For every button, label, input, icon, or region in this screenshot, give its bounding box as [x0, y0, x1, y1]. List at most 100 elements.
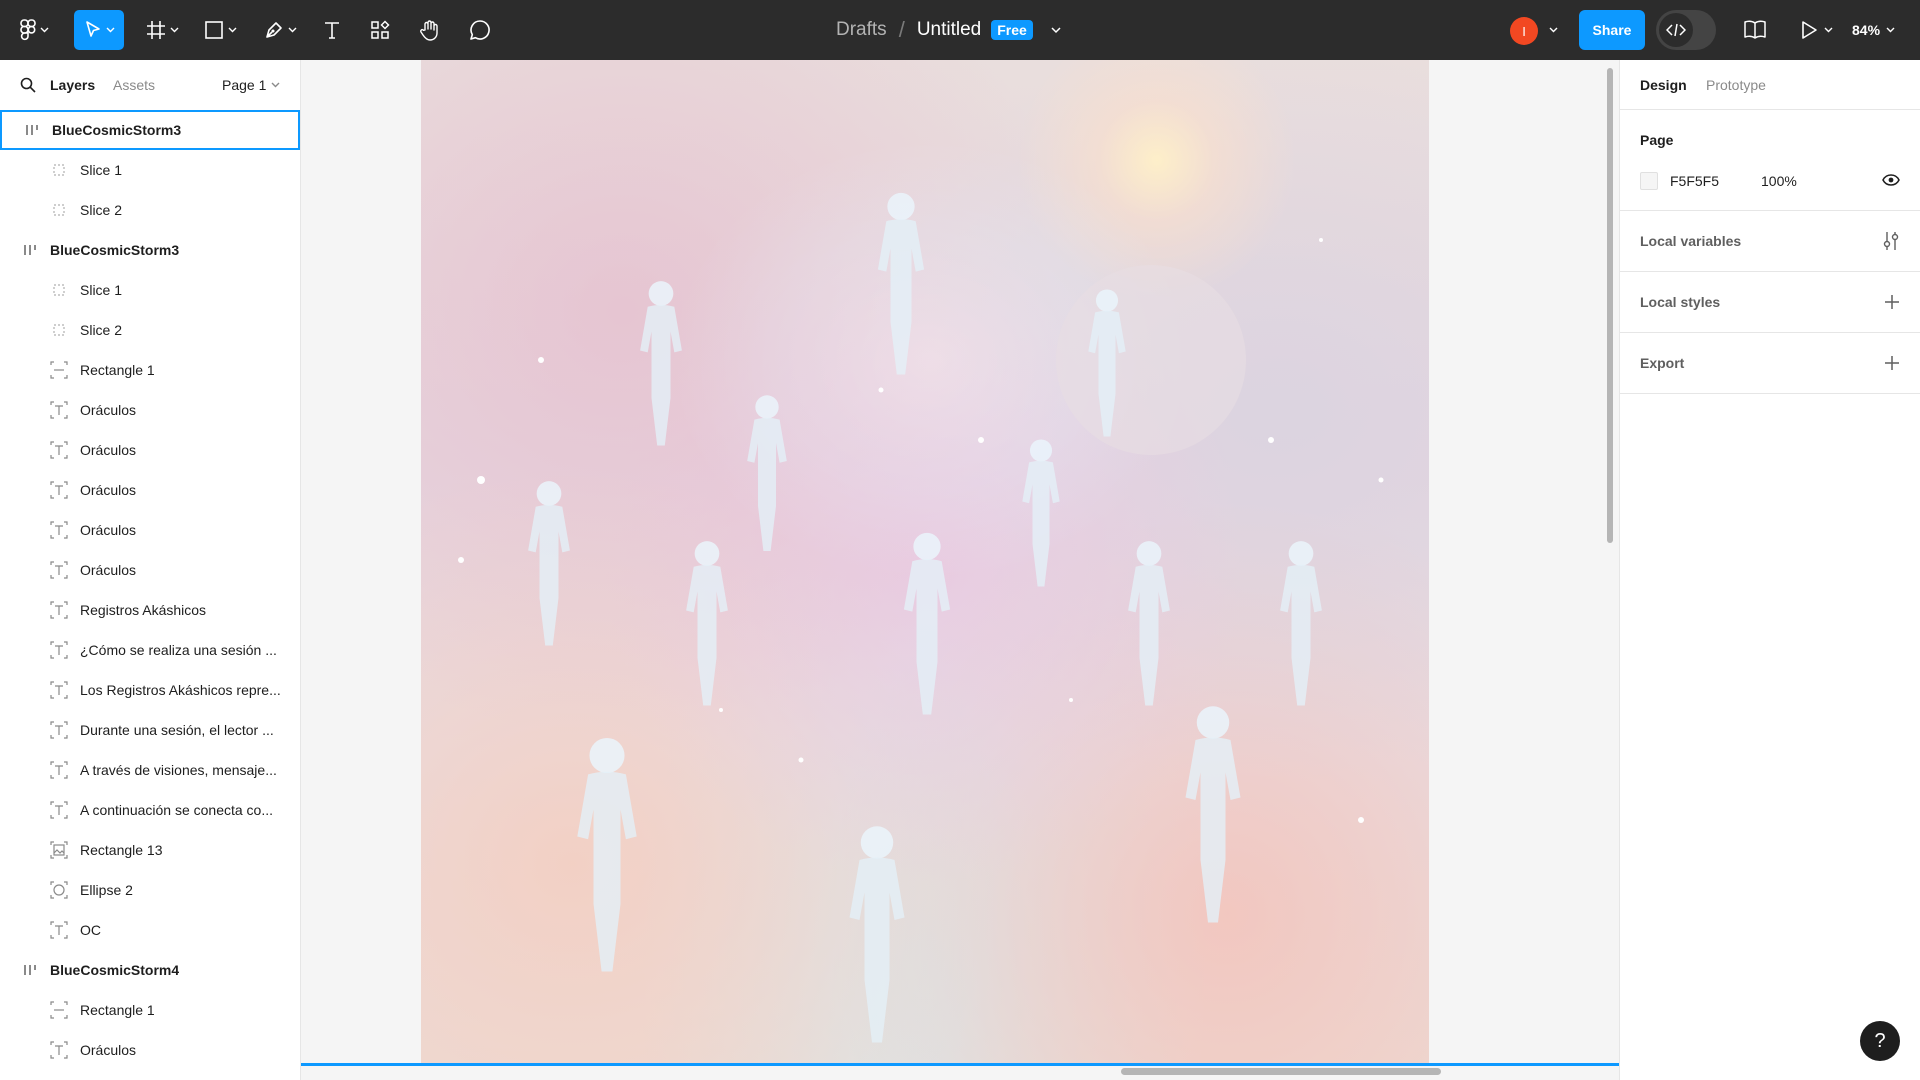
- zoom-menu[interactable]: 84%: [1852, 0, 1895, 60]
- layer-row[interactable]: Rectangle 1: [0, 990, 300, 1030]
- layer-row[interactable]: Slice 2: [0, 190, 300, 230]
- layer-row[interactable]: Oráculos: [0, 550, 300, 590]
- toolbar: Drafts / Untitled Free I Share 84%: [0, 0, 1920, 60]
- comment-icon: [469, 19, 491, 41]
- text-layer-icon: [48, 439, 70, 461]
- tab-prototype[interactable]: Prototype: [1706, 77, 1766, 93]
- layer-row-frame[interactable]: BlueCosmicStorm4: [0, 950, 300, 990]
- text-layer-icon: [48, 639, 70, 661]
- right-panel-tabs: Design Prototype: [1620, 60, 1920, 110]
- comment-tool-button[interactable]: [464, 10, 496, 50]
- layer-label: Oráculos: [80, 482, 137, 498]
- frame-tool-icon: [146, 20, 166, 40]
- dev-mode-toggle[interactable]: [1656, 10, 1716, 50]
- present-icon[interactable]: [1800, 20, 1818, 40]
- layer-row[interactable]: Rectangle 1: [0, 350, 300, 390]
- slice-icon: [48, 279, 70, 301]
- text-tool-button[interactable]: [316, 10, 348, 50]
- breadcrumb-drafts[interactable]: Drafts: [836, 19, 887, 41]
- file-title[interactable]: Untitled: [917, 19, 981, 41]
- shape-tool-button[interactable]: [198, 10, 242, 50]
- variables-adjust-icon[interactable]: [1882, 231, 1900, 251]
- frame-tool-button[interactable]: [140, 10, 184, 50]
- add-export-plus-icon[interactable]: [1884, 355, 1900, 371]
- layer-label: Oráculos: [80, 442, 137, 458]
- move-tool-icon: [84, 20, 102, 40]
- main-menu-button[interactable]: [14, 10, 54, 50]
- layer-row[interactable]: Rectangle 13: [0, 830, 300, 870]
- breadcrumb: Drafts / Untitled Free: [836, 0, 1061, 60]
- layer-row-frame[interactable]: BlueCosmicStorm3: [0, 230, 300, 270]
- layer-row[interactable]: A través de visiones, mensaje...: [0, 750, 300, 790]
- page-color-swatch[interactable]: [1640, 172, 1658, 190]
- tab-layers[interactable]: Layers: [50, 77, 95, 93]
- layer-label: Registros Akáshicos: [80, 602, 207, 618]
- layer-row[interactable]: ¿Cómo se realiza una sesión ...: [0, 630, 300, 670]
- layer-row[interactable]: Oráculos: [0, 430, 300, 470]
- file-menu-chevron-icon[interactable]: [1051, 26, 1061, 34]
- move-tool-button[interactable]: [74, 10, 124, 50]
- canvas[interactable]: [301, 60, 1619, 1080]
- layer-row[interactable]: OC: [0, 910, 300, 950]
- present-chevron-down-icon[interactable]: [1824, 27, 1833, 33]
- layer-row[interactable]: Registros Akáshicos: [0, 590, 300, 630]
- resources-icon: [370, 20, 390, 40]
- chevron-down-icon: [170, 27, 179, 33]
- layer-label: Slice 2: [80, 322, 123, 338]
- eye-icon[interactable]: [1882, 174, 1900, 186]
- layer-label: BlueCosmicStorm3: [50, 242, 180, 258]
- layer-row[interactable]: Slice 2: [0, 310, 300, 350]
- page-selector-label: Page 1: [222, 77, 267, 93]
- layer-label: Slice 2: [80, 202, 123, 218]
- layer-label: BlueCosmicStorm3: [52, 122, 182, 138]
- layers-panel: Layers Assets Page 1 BlueCosmicStorm3 Sli…: [0, 60, 301, 1080]
- horizontal-scrollbar[interactable]: [1121, 1068, 1441, 1075]
- page-color-hex[interactable]: F5F5F5: [1670, 173, 1719, 189]
- layer-row[interactable]: Ellipse 2: [0, 870, 300, 910]
- help-button[interactable]: ?: [1860, 1021, 1900, 1061]
- layer-label: Los Registros Akáshicos repre...: [80, 682, 281, 698]
- tab-design[interactable]: Design: [1640, 77, 1687, 93]
- layer-row-frame[interactable]: BlueCosmicStorm3: [0, 110, 300, 150]
- export-section[interactable]: Export: [1620, 333, 1920, 394]
- left-panel-tabs: Layers Assets Page 1: [0, 60, 300, 110]
- layer-row[interactable]: A continuación se conecta co...: [0, 790, 300, 830]
- layer-row[interactable]: Los Registros Akáshicos repre...: [0, 670, 300, 710]
- page-opacity[interactable]: 100%: [1761, 173, 1797, 189]
- frame-icon: [21, 119, 43, 141]
- search-icon[interactable]: [20, 77, 36, 93]
- pen-tool-button[interactable]: [258, 10, 302, 50]
- layer-row[interactable]: Oráculos: [0, 390, 300, 430]
- layer-label: Oráculos: [80, 562, 137, 578]
- layer-row[interactable]: Oráculos: [0, 470, 300, 510]
- add-style-plus-icon[interactable]: [1884, 294, 1900, 310]
- layer-row[interactable]: Oráculos: [0, 510, 300, 550]
- local-styles-section[interactable]: Local styles: [1620, 272, 1920, 333]
- local-variables-section[interactable]: Local variables: [1620, 211, 1920, 272]
- layer-row[interactable]: Durante una sesión, el lector ...: [0, 710, 300, 750]
- frame-icon: [19, 959, 41, 981]
- tab-assets[interactable]: Assets: [113, 77, 155, 93]
- canvas-frame-artwork[interactable]: [421, 60, 1429, 1065]
- avatar[interactable]: I: [1510, 17, 1538, 45]
- layer-row[interactable]: Slice 1: [0, 150, 300, 190]
- layer-label: OC: [80, 922, 101, 938]
- resources-button[interactable]: [364, 10, 396, 50]
- dev-mode-icon: [1659, 13, 1693, 47]
- share-button[interactable]: Share: [1579, 10, 1645, 50]
- vertical-scrollbar[interactable]: [1607, 68, 1613, 543]
- plan-badge[interactable]: Free: [991, 20, 1033, 40]
- layer-label: BlueCosmicStorm4: [50, 962, 180, 978]
- text-tool-icon: [322, 20, 342, 40]
- avatar-chevron-down-icon[interactable]: [1549, 27, 1558, 33]
- page-selector[interactable]: Page 1: [222, 77, 280, 93]
- text-layer-icon: [48, 799, 70, 821]
- layer-label: ¿Cómo se realiza una sesión ...: [80, 642, 277, 658]
- pen-tool-icon: [264, 20, 284, 40]
- layer-row[interactable]: Oráculos: [0, 1030, 300, 1070]
- chevron-down-icon: [288, 27, 297, 33]
- hand-tool-button[interactable]: [414, 10, 446, 50]
- library-icon[interactable]: [1743, 19, 1767, 41]
- layer-row[interactable]: Slice 1: [0, 270, 300, 310]
- rectangle-icon: [48, 999, 70, 1021]
